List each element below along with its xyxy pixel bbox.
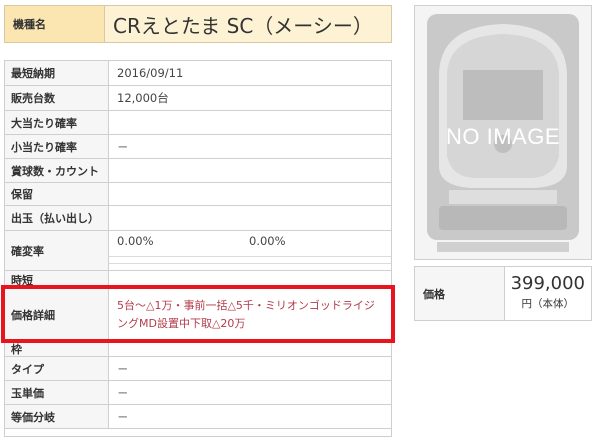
spec-row-hold: 保留 bbox=[5, 183, 391, 206]
spec-value-1: 0.00% bbox=[117, 234, 154, 248]
spec-row-jackpot-prob: 大当たり確率 bbox=[5, 111, 391, 135]
price-panel: 価格 399,000 円（本体） bbox=[414, 266, 592, 321]
spec-row-payout: 出玉（払い出し） bbox=[5, 206, 391, 231]
spec-row-probability-change: 確変率 0.00% 0.00% bbox=[5, 231, 391, 271]
spec-row-type: タイプ － bbox=[5, 357, 391, 381]
spec-key: 大当たり確率 bbox=[5, 111, 109, 134]
price-unit: 円（本体） bbox=[521, 298, 575, 310]
machine-name-header: 機種名 CRえとたま SC（メーシー） bbox=[4, 5, 392, 43]
spec-key: 確変率 bbox=[5, 231, 109, 270]
spec-value: － bbox=[117, 409, 129, 424]
spec-key: 出玉（払い出し） bbox=[5, 206, 109, 230]
spec-key: 玉単価 bbox=[5, 381, 109, 404]
spec-value: 0.00% 0.00% bbox=[109, 231, 391, 270]
spec-key: 枠 bbox=[5, 341, 109, 356]
spec-value bbox=[109, 111, 391, 134]
spec-value: － bbox=[117, 361, 129, 376]
spec-row-equivalent-branch: 等価分岐 － bbox=[5, 405, 391, 429]
spec-row-ball-price: 玉単価 － bbox=[5, 381, 391, 405]
price-detail-highlight bbox=[1, 285, 395, 343]
spec-row-prize-balls: 賞球数・カウント bbox=[5, 159, 391, 183]
price-amount: 399,000 bbox=[510, 273, 585, 294]
spec-value bbox=[109, 206, 391, 230]
no-image-text: NO IMAGE bbox=[445, 124, 560, 149]
spec-key: 小当たり確率 bbox=[5, 135, 109, 158]
spec-value: 12,000台 bbox=[117, 91, 169, 105]
machine-image-placeholder: NO IMAGE bbox=[414, 5, 592, 260]
spec-key: タイプ bbox=[5, 357, 109, 380]
price-value-cell: 399,000 円（本体） bbox=[505, 267, 591, 320]
spec-key: 販売台数 bbox=[5, 86, 109, 110]
sub-divider bbox=[109, 263, 391, 264]
spec-row-small-prob: 小当たり確率 － bbox=[5, 135, 391, 159]
machine-name-label: 機種名 bbox=[5, 6, 105, 42]
price-label: 価格 bbox=[415, 267, 505, 320]
spec-value-2: 0.00% bbox=[249, 234, 286, 248]
spec-value: － bbox=[117, 385, 129, 400]
spec-value: 2016/09/11 bbox=[117, 66, 184, 80]
spec-value bbox=[109, 183, 391, 205]
sub-divider bbox=[109, 256, 391, 257]
machine-name-value: CRえとたま SC（メーシー） bbox=[105, 6, 391, 42]
spec-value bbox=[109, 341, 391, 356]
spec-table: 最短納期 2016/09/11 販売台数 12,000台 大当たり確率 小当たり… bbox=[4, 60, 392, 437]
spec-key: 賞球数・カウント bbox=[5, 159, 109, 182]
spec-row-sales-count: 販売台数 12,000台 bbox=[5, 86, 391, 111]
spec-row-frame: 枠 bbox=[5, 341, 391, 357]
spec-key: 最短納期 bbox=[5, 61, 109, 85]
spec-key: 保留 bbox=[5, 183, 109, 205]
spec-row-delivery: 最短納期 2016/09/11 bbox=[5, 61, 391, 86]
spec-key: 等価分岐 bbox=[5, 405, 109, 428]
spec-value: － bbox=[117, 139, 129, 154]
spec-value bbox=[109, 159, 391, 182]
